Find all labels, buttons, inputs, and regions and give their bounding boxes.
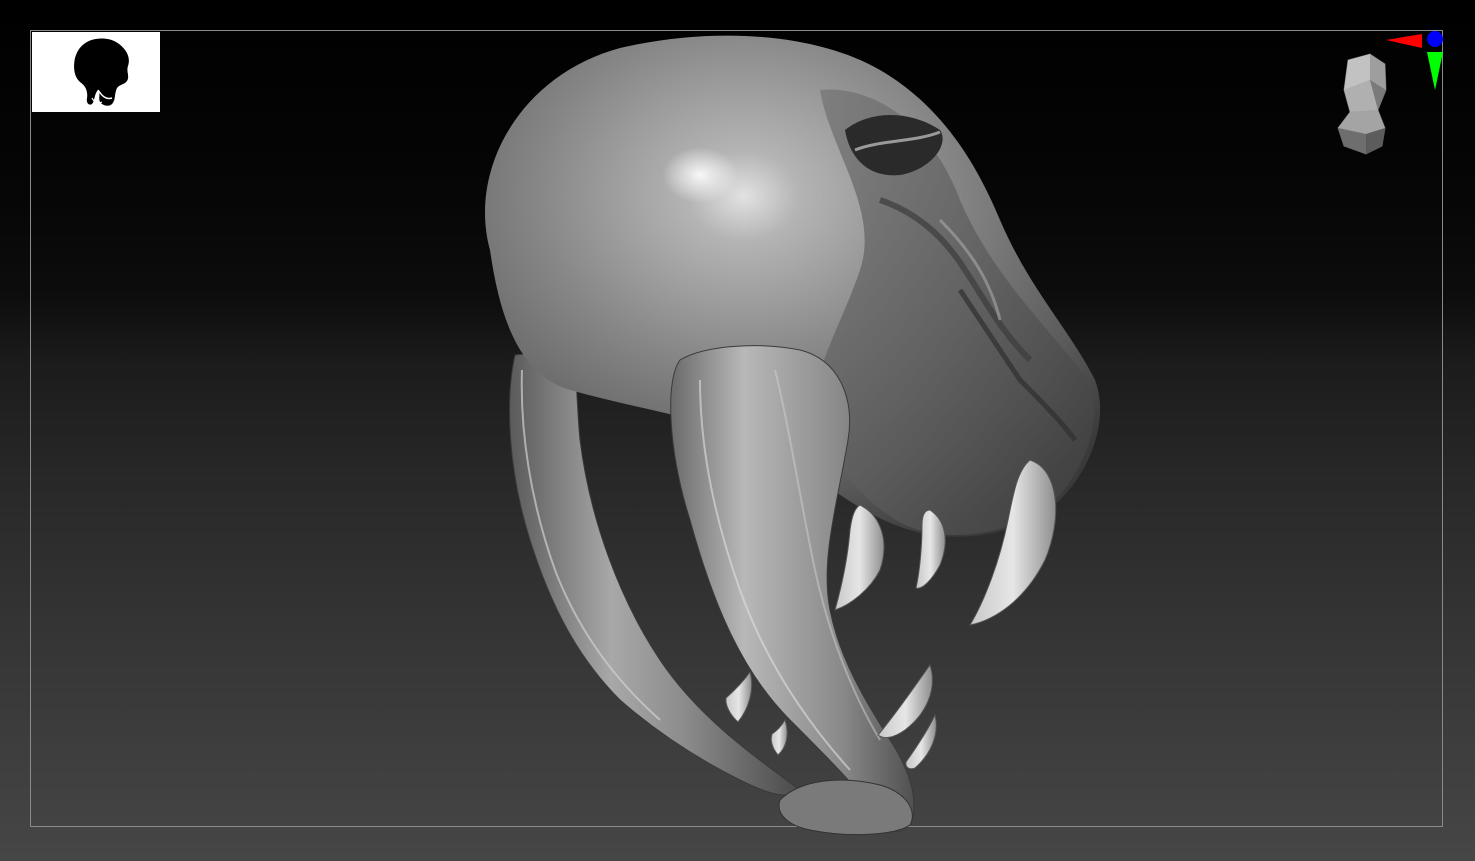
axis-y-icon (1427, 52, 1443, 90)
canvas-viewport[interactable] (0, 0, 1475, 861)
axis-z-icon (1427, 31, 1443, 47)
axis-x-icon (1386, 34, 1422, 48)
axis-gyro-icon[interactable] (1382, 28, 1448, 94)
creature-skull-sculpt[interactable] (0, 0, 1475, 861)
